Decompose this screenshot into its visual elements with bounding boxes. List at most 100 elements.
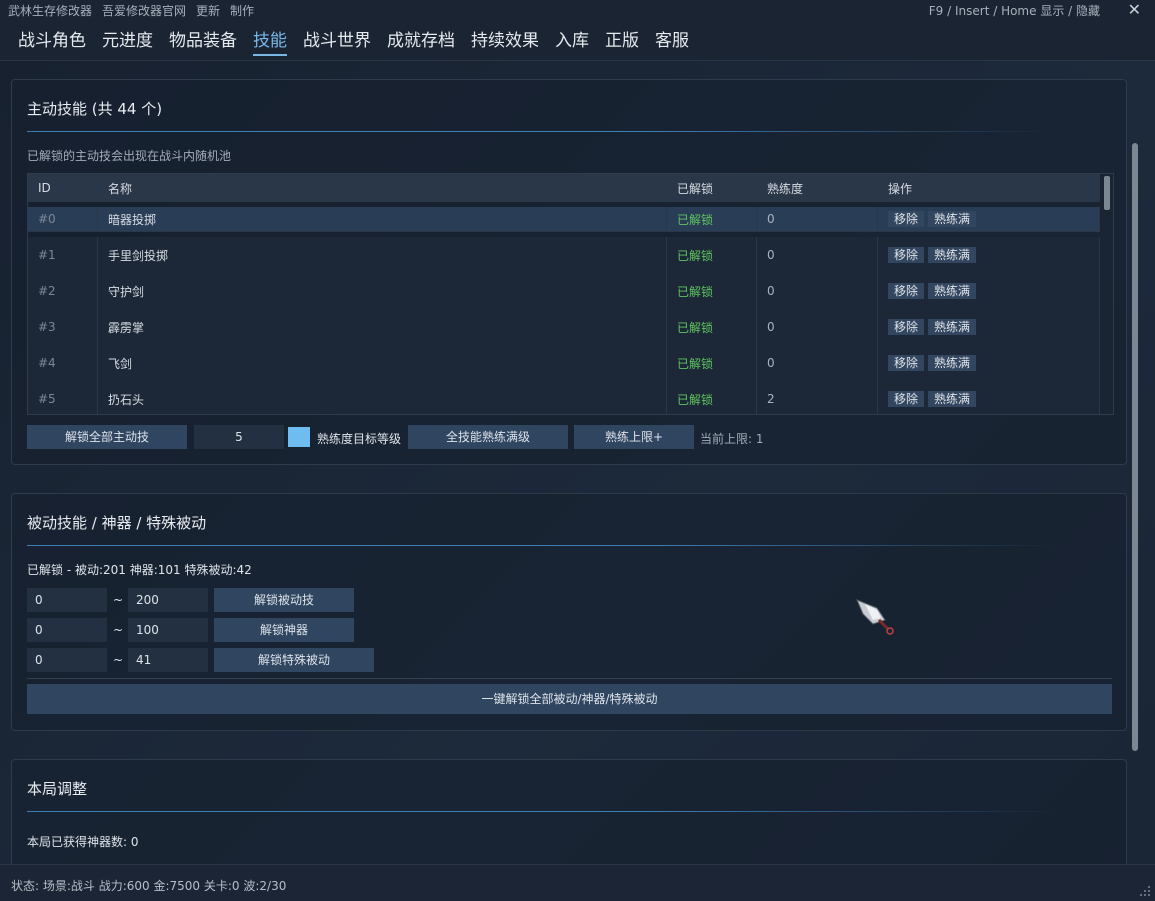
row-proficiency: 0: [757, 207, 878, 231]
table-row[interactable]: #0 暗器投掷 已解锁 0 移除 熟练满: [28, 207, 1100, 232]
row-unlocked: 已解锁: [667, 345, 757, 381]
special-to-input[interactable]: 41: [128, 648, 208, 672]
unlock-special-passive-button[interactable]: 解锁特殊被动: [214, 648, 374, 672]
kunai-cursor-icon: [856, 599, 894, 635]
row-id: #5: [28, 381, 98, 414]
row-proficiency: 0: [757, 237, 878, 273]
passive-panel: 被动技能 / 神器 / 特殊被动 已解锁 - 被动:201 神器:101 特殊被…: [11, 493, 1127, 731]
range-tilde: ~: [113, 653, 124, 667]
range-tilde: ~: [113, 593, 124, 607]
tab-items-equipment[interactable]: 物品装备: [169, 26, 237, 56]
target-level-input[interactable]: 5: [194, 425, 284, 449]
row-name: 手里剑投掷: [98, 237, 667, 273]
tab-support[interactable]: 客服: [655, 26, 689, 56]
content-scrollbar[interactable]: [1132, 143, 1138, 751]
row-unlocked: 已解锁: [667, 237, 757, 273]
row-name: 霹雳掌: [98, 309, 667, 345]
round-adjust-panel: 本局调整 本局已获得神器数: 0: [11, 759, 1127, 865]
unlock-all-active-button[interactable]: 解锁全部主动技: [27, 425, 187, 449]
passive-from-input[interactable]: 0: [27, 588, 107, 612]
max-proficiency-button[interactable]: 熟练满: [928, 283, 977, 299]
artifact-from-input[interactable]: 0: [27, 618, 107, 642]
close-icon[interactable]: ✕: [1128, 0, 1141, 19]
header-id: ID: [38, 181, 51, 195]
max-proficiency-button[interactable]: 熟练满: [928, 319, 977, 335]
row-actions: 移除 熟练满: [878, 345, 1100, 381]
max-proficiency-button[interactable]: 熟练满: [928, 211, 977, 227]
row-unlocked: 已解锁: [667, 381, 757, 414]
active-skills-panel: 主动技能 (共 44 个) 已解锁的主动技会出现在战斗内随机池 ID 名称 已解…: [11, 79, 1127, 465]
row-id: #4: [28, 345, 98, 381]
remove-button[interactable]: 移除: [888, 355, 925, 371]
table-scrollbar-thumb[interactable]: [1104, 176, 1110, 210]
unlocked-summary: 已解锁 - 被动:201 神器:101 特殊被动:42: [27, 563, 252, 577]
max-proficiency-button[interactable]: 熟练满: [928, 355, 977, 371]
menu-official-site[interactable]: 吾爱修改器官网: [102, 2, 186, 19]
row-name: 守护剑: [98, 273, 667, 309]
status-text: 状态: 场景:战斗 战力:600 金:7500 关卡:0 波:2/30: [11, 879, 287, 893]
title-underline: [27, 131, 1057, 132]
remove-button[interactable]: 移除: [888, 211, 925, 227]
remove-button[interactable]: 移除: [888, 391, 925, 407]
tab-achievements-save[interactable]: 成就存档: [387, 26, 455, 56]
tab-battle-world[interactable]: 战斗世界: [303, 26, 371, 56]
row-name: 飞剑: [98, 345, 667, 381]
passive-title: 被动技能 / 神器 / 特殊被动: [27, 514, 207, 532]
tab-persistent-effects[interactable]: 持续效果: [471, 26, 539, 56]
remove-button[interactable]: 移除: [888, 319, 925, 335]
round-adjust-title: 本局调整: [27, 780, 88, 798]
header-unlocked: 已解锁: [677, 181, 714, 196]
header-name: 名称: [108, 181, 133, 196]
menu-update[interactable]: 更新: [196, 2, 220, 19]
table-header: ID 名称 已解锁 熟练度 操作: [28, 174, 1100, 202]
active-skills-desc: 已解锁的主动技会出现在战斗内随机池: [27, 149, 232, 163]
row-name: 暗器投掷: [98, 207, 667, 231]
row-actions: 移除 熟练满: [878, 309, 1100, 345]
round-artifacts-count: 本局已获得神器数: 0: [27, 835, 139, 849]
title-bar: 武林生存修改器 吾爱修改器官网 更新 制作 F9 / Insert / Home…: [0, 0, 1155, 20]
title-underline: [27, 811, 1057, 812]
row-actions: 移除 熟练满: [878, 237, 1100, 273]
table-scrollbar[interactable]: [1101, 174, 1113, 414]
max-proficiency-button[interactable]: 熟练满: [928, 391, 977, 407]
row-name: 扔石头: [98, 381, 667, 414]
target-level-label: 熟练度目标等级: [317, 432, 402, 446]
table-row[interactable]: #5 扔石头 已解锁 2 移除 熟练满: [28, 381, 1100, 414]
table-row[interactable]: #3 霹雳掌 已解锁 0 移除 熟练满: [28, 309, 1100, 346]
row-id: #1: [28, 237, 98, 273]
menu-credits[interactable]: 制作: [230, 2, 254, 19]
row-proficiency: 0: [757, 309, 878, 345]
tab-battle-character[interactable]: 战斗角色: [18, 26, 86, 56]
active-skills-title: 主动技能 (共 44 个): [27, 100, 163, 118]
tab-meta-progress[interactable]: 元进度: [102, 26, 153, 56]
row-proficiency: 0: [757, 345, 878, 381]
table-row[interactable]: #1 手里剑投掷 已解锁 0 移除 熟练满: [28, 237, 1100, 274]
row-actions: 移除 熟练满: [878, 381, 1100, 414]
row-actions: 移除 熟练满: [878, 207, 1100, 231]
row-actions: 移除 熟练满: [878, 273, 1100, 309]
menu-app-name[interactable]: 武林生存修改器: [8, 2, 92, 19]
max-proficiency-button[interactable]: 熟练满: [928, 247, 977, 263]
table-row[interactable]: #2 守护剑 已解锁 0 移除 熟练满: [28, 273, 1100, 310]
unlock-artifact-button[interactable]: 解锁神器: [214, 618, 354, 642]
table-row[interactable]: #4 飞剑 已解锁 0 移除 熟练满: [28, 345, 1100, 382]
row-unlocked: 已解锁: [667, 273, 757, 309]
artifact-to-input[interactable]: 100: [128, 618, 208, 642]
hotkey-hint: F9 / Insert / Home 显示 / 隐藏: [928, 4, 1100, 18]
row-proficiency: 0: [757, 273, 878, 309]
special-from-input[interactable]: 0: [27, 648, 107, 672]
resize-grip-icon[interactable]: [1139, 885, 1151, 897]
row-proficiency: 2: [757, 381, 878, 414]
header-actions: 操作: [888, 181, 913, 196]
tab-genuine[interactable]: 正版: [605, 26, 639, 56]
target-level-checkbox[interactable]: [288, 427, 310, 447]
max-all-skills-button[interactable]: 全技能熟练满级: [408, 425, 568, 449]
passive-to-input[interactable]: 200: [128, 588, 208, 612]
proficiency-limit-plus-button[interactable]: 熟练上限+: [574, 425, 694, 449]
remove-button[interactable]: 移除: [888, 247, 925, 263]
remove-button[interactable]: 移除: [888, 283, 925, 299]
unlock-passive-button[interactable]: 解锁被动技: [214, 588, 354, 612]
unlock-all-passive-button[interactable]: 一键解锁全部被动/神器/特殊被动: [27, 684, 1112, 714]
tab-skills[interactable]: 技能: [253, 26, 287, 56]
tab-storage[interactable]: 入库: [555, 26, 589, 56]
